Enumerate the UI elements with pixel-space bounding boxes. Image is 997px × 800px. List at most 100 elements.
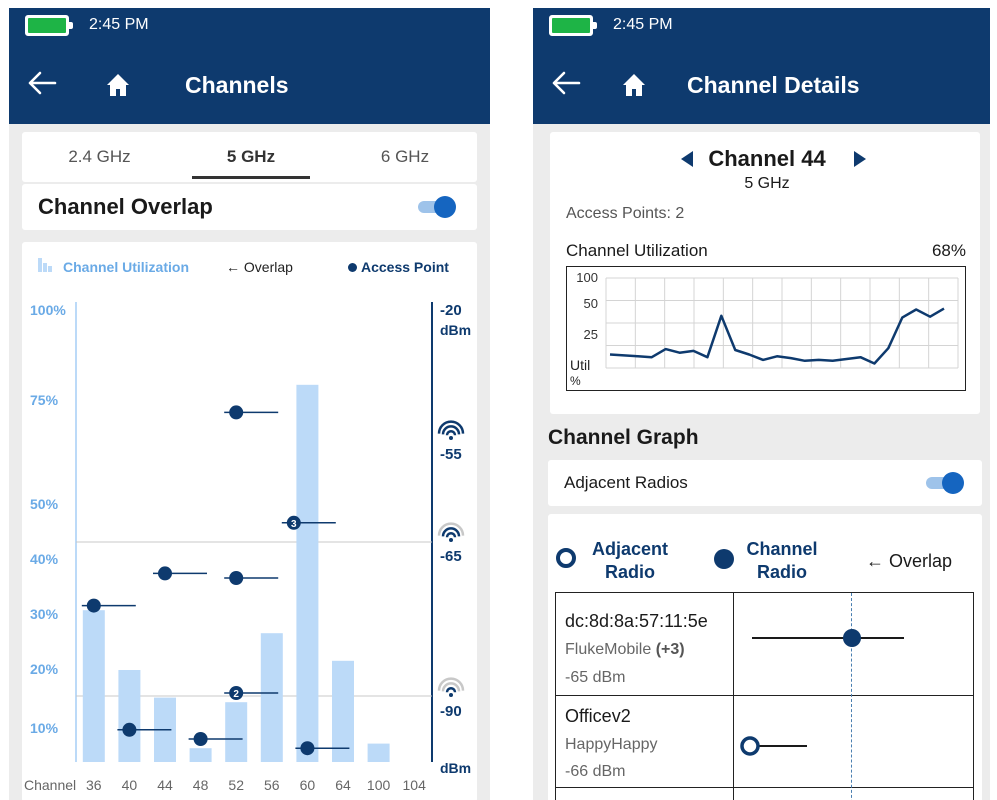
- y2-tick-label: -55: [440, 446, 462, 463]
- adjacent-radios-label: Adjacent Radios: [564, 473, 688, 492]
- radio-vendor: HappyHappy: [565, 736, 658, 753]
- page-title: Channel Details: [687, 72, 860, 98]
- channel-overlap-label: Channel Overlap: [38, 194, 213, 219]
- access-point-count: 3: [291, 519, 297, 530]
- adjacent-radios-toggle[interactable]: [926, 472, 964, 494]
- y2-tick-label: -20: [440, 302, 462, 319]
- utilization-bar: [260, 633, 283, 762]
- home-icon[interactable]: [621, 72, 647, 98]
- home-icon[interactable]: [105, 72, 131, 98]
- access-point-marker: [86, 598, 101, 613]
- y-tick-label: 100: [576, 270, 598, 285]
- radio-rssi: -66 dBm: [565, 763, 626, 780]
- access-points-count: Access Points: 2: [566, 205, 685, 222]
- tab-6-ghz[interactable]: 6 GHz: [340, 132, 470, 182]
- legend-channel-radio: Channel Radio: [734, 538, 830, 584]
- legend-channel-line1: Channel: [746, 539, 818, 559]
- channel-summary-card: Channel 44 5 GHz Access Points: 2 Channe…: [550, 132, 980, 414]
- x-axis-label: Channel: [24, 777, 76, 793]
- channel-utilization-value: 68%: [931, 241, 966, 260]
- battery-icon: [549, 15, 597, 36]
- radio-name: Officev2: [565, 706, 631, 726]
- utilization-line-chart: 100 50 25 Util%: [566, 266, 966, 391]
- legend-adjacent-radio: Adjacent Radio: [580, 538, 680, 584]
- x-tick-label: 48: [193, 777, 209, 793]
- status-time: 2:45 PM: [89, 16, 149, 33]
- access-point-marker: [229, 571, 244, 585]
- channel-overlap-toggle[interactable]: [418, 196, 456, 218]
- status-bar: 2:45 PM: [9, 8, 490, 46]
- next-channel-icon[interactable]: [853, 150, 867, 168]
- wifi-signal-icon: [437, 420, 465, 440]
- access-point-count: 2: [233, 689, 239, 700]
- x-tick-label: 52: [228, 777, 244, 793]
- channel-radio-legend-icon: [714, 549, 734, 569]
- radio-row[interactable]: dc:8d:8a:57:11:5e FlukeMobile (+3) -65 d…: [556, 593, 733, 695]
- radio-rssi: -65 dBm: [565, 669, 626, 686]
- back-arrow-icon[interactable]: [27, 70, 57, 96]
- x-tick-label: 104: [403, 777, 427, 793]
- radio-vendor: FlukeMobile (+3): [565, 641, 685, 658]
- radio-overlap-graphic: [740, 736, 807, 756]
- active-tab-indicator: [192, 176, 310, 179]
- access-point-marker: [229, 405, 244, 420]
- y2-tick-label: -65: [440, 548, 462, 565]
- access-point-marker: [300, 741, 315, 756]
- channel-details-screen: 2:45 PM Channel Details Channel 44 5 GHz…: [533, 8, 990, 800]
- channel-graph-card: Adjacent Radio Channel Radio ← Overlap d…: [548, 514, 982, 800]
- tab-5-ghz[interactable]: 5 GHz: [192, 132, 310, 182]
- y-tick-label: 100%: [30, 302, 66, 318]
- wifi-signal-icon: [437, 677, 465, 697]
- previous-channel-icon[interactable]: [680, 150, 694, 168]
- y-tick-label: 25: [584, 327, 598, 342]
- utilization-bar: [367, 743, 390, 762]
- status-time: 2:45 PM: [613, 16, 673, 33]
- channel-graph-title: Channel Graph: [548, 426, 699, 449]
- legend-adjacent-line1: Adjacent: [591, 539, 669, 559]
- channel-chart-card: Channel Utilization ← Overlap Access Poi…: [22, 242, 477, 800]
- adjacent-radios-row: Adjacent Radios: [548, 460, 982, 506]
- y-axis-unit: %: [570, 374, 581, 388]
- adjacent-radio-marker: [740, 736, 760, 756]
- legend-channel-utilization: Channel Utilization: [63, 259, 189, 275]
- band-tabs: 2.4 GHz 5 GHz 6 GHz: [22, 132, 477, 182]
- x-tick-label: 40: [122, 777, 138, 793]
- legend-adjacent-line2: Radio: [604, 562, 655, 582]
- access-point-marker: [193, 732, 208, 746]
- wifi-signal-icon: [437, 522, 465, 542]
- legend-channel-line2: Radio: [756, 562, 807, 582]
- y-tick-label: 50: [584, 296, 598, 311]
- channels-screen: 2:45 PM Channels 2.4 GHz 5 GHz 6 GHz Cha…: [9, 8, 490, 800]
- y-tick-label: 50%: [30, 496, 59, 512]
- channel-band: 5 GHz: [744, 175, 790, 192]
- y-tick-label: 30%: [30, 606, 59, 622]
- radio-table: dc:8d:8a:57:11:5e FlukeMobile (+3) -65 d…: [555, 592, 974, 800]
- page-title: Channels: [185, 72, 289, 98]
- access-point-marker: [158, 566, 172, 581]
- x-tick-label: 36: [86, 777, 102, 793]
- channel-utilization-chart: 100% 75% 50% 40% 30% 20% 10% -20 dBm -55 -65 -90 dBm…: [24, 302, 471, 793]
- status-bar: 2:45 PM: [533, 8, 990, 46]
- channel-overlap-row: Channel Overlap: [22, 184, 477, 230]
- utilization-bar: [225, 702, 248, 762]
- x-tick-label: 100: [367, 777, 391, 793]
- back-arrow-icon[interactable]: [551, 70, 581, 96]
- x-tick-label: 60: [300, 777, 316, 793]
- x-tick-label: 64: [335, 777, 351, 793]
- x-tick-label: 44: [157, 777, 173, 793]
- channel-radio-marker: [843, 629, 861, 647]
- y-axis-label: Util: [570, 357, 590, 373]
- radio-row[interactable]: Officev2 HappyHappy -66 dBm: [556, 696, 733, 787]
- y2-tick-label: -90: [440, 703, 462, 720]
- utilization-bar: [82, 610, 105, 762]
- adjacent-radio-legend-icon: [556, 548, 576, 568]
- radio-name: dc:8d:8a:57:11:5e: [565, 611, 708, 631]
- legend-overlap: ← Overlap: [866, 551, 953, 571]
- utilization-bar: [296, 384, 319, 762]
- y-tick-label: 40%: [30, 551, 59, 567]
- access-point-marker: [122, 722, 137, 737]
- tab-2-4-ghz[interactable]: 2.4 GHz: [32, 132, 167, 182]
- y-tick-label: 10%: [30, 720, 59, 736]
- app-bar: Channel Details: [533, 46, 990, 124]
- utilization-bar: [332, 660, 354, 762]
